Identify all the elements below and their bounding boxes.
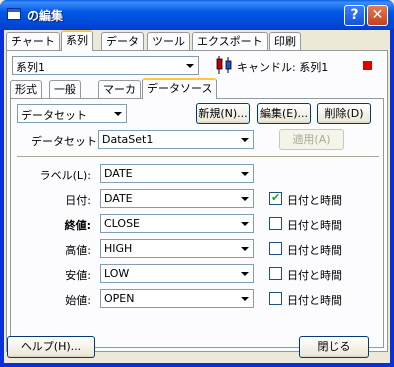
subtab-format[interactable]: 形式	[10, 80, 42, 99]
source-type-select[interactable]: データセット	[17, 104, 127, 123]
datetime-checkbox[interactable]	[269, 242, 282, 255]
field-select[interactable]: CLOSE	[100, 214, 254, 233]
field-label: 日付:	[65, 194, 91, 207]
datetime-checkbox[interactable]	[269, 292, 282, 305]
close-title-button[interactable]: ✕	[367, 5, 388, 26]
field-select[interactable]: OPEN	[100, 289, 254, 308]
field-label: ラベル(L):	[39, 169, 91, 182]
apply-button[interactable]: 適用(A)	[279, 129, 344, 150]
field-value: DATE	[104, 167, 133, 180]
help-title-button[interactable]: ?	[344, 5, 365, 26]
chevron-down-icon[interactable]	[182, 58, 197, 73]
subtab-marker[interactable]: マーカ	[98, 80, 141, 99]
dataset-value: DataSet1	[102, 133, 154, 146]
field-label: 始値:	[65, 294, 91, 307]
chevron-down-icon[interactable]	[237, 191, 252, 206]
series-color-swatch[interactable]	[363, 61, 372, 70]
subtab-general[interactable]: 一般	[49, 80, 81, 99]
field-label: 高値:	[65, 244, 91, 257]
source-type-value: データセット	[21, 109, 87, 122]
field-select[interactable]: DATE	[100, 189, 254, 208]
datetime-checkbox-label[interactable]: 日付と時間	[287, 292, 342, 308]
field-value: HIGH	[104, 242, 133, 255]
delete-button[interactable]: 削除(D)	[317, 103, 371, 124]
field-select[interactable]: LOW	[100, 264, 254, 283]
series-tab-panel: 系列1 キャンドル: 系列1 形式 一般 マーカ データソース データセット 新…	[6, 50, 388, 352]
edit-button[interactable]: 編集(E)...	[257, 103, 311, 124]
chevron-down-icon[interactable]	[237, 216, 252, 231]
datetime-checkbox-label[interactable]: 日付と時間	[287, 267, 342, 283]
chevron-down-icon[interactable]	[237, 166, 252, 181]
chevron-down-icon[interactable]	[237, 241, 252, 256]
series-select-value: 系列1	[16, 61, 45, 74]
chevron-down-icon[interactable]	[237, 132, 252, 147]
tab-data[interactable]: データ	[101, 32, 144, 51]
field-label: 終値:	[64, 219, 91, 232]
dialog-client: チャート 系列 データ ツール エクスポート 印刷 系列1 キャンドル: 系列1…	[4, 30, 390, 363]
field-value: OPEN	[104, 292, 135, 305]
field-select[interactable]: HIGH	[100, 239, 254, 258]
field-label: 安値:	[65, 269, 91, 282]
tab-series[interactable]: 系列	[61, 30, 93, 51]
field-value: LOW	[104, 267, 130, 280]
datetime-checkbox[interactable]	[269, 191, 282, 205]
subtab-datasource[interactable]: データソース	[142, 78, 218, 99]
series-info-label: キャンドル: 系列1	[237, 61, 329, 74]
datetime-checkbox[interactable]	[269, 267, 282, 280]
window-title: の編集	[27, 9, 64, 23]
datetime-checkbox[interactable]	[269, 217, 282, 230]
datetime-checkbox-label[interactable]: 日付と時間	[287, 192, 342, 208]
chevron-down-icon[interactable]	[237, 266, 252, 281]
datetime-checkbox-label[interactable]: 日付と時間	[287, 217, 342, 233]
tab-print[interactable]: 印刷	[269, 32, 301, 51]
chevron-down-icon[interactable]	[237, 291, 252, 306]
help-button[interactable]: ヘルプ(H)...	[7, 336, 95, 358]
field-value: DATE	[104, 192, 133, 205]
series-select[interactable]: 系列1	[12, 56, 199, 75]
window-icon	[7, 8, 21, 20]
candle-chart-icon	[216, 56, 232, 74]
field-select[interactable]: DATE	[100, 164, 254, 183]
datasource-panel: データセット 新規(N)... 編集(E)... 削除(D) データセット(D)…	[10, 98, 384, 348]
divider	[17, 156, 379, 158]
field-value: CLOSE	[104, 217, 141, 230]
datetime-checkbox-label[interactable]: 日付と時間	[287, 242, 342, 258]
tab-tools[interactable]: ツール	[147, 32, 190, 51]
chevron-down-icon[interactable]	[110, 106, 125, 121]
dataset-select[interactable]: DataSet1	[98, 130, 254, 149]
tab-export[interactable]: エクスポート	[192, 32, 268, 51]
new-button[interactable]: 新規(N)...	[196, 103, 250, 124]
close-button[interactable]: 閉じる	[299, 336, 369, 358]
tab-chart[interactable]: チャート	[6, 32, 60, 51]
